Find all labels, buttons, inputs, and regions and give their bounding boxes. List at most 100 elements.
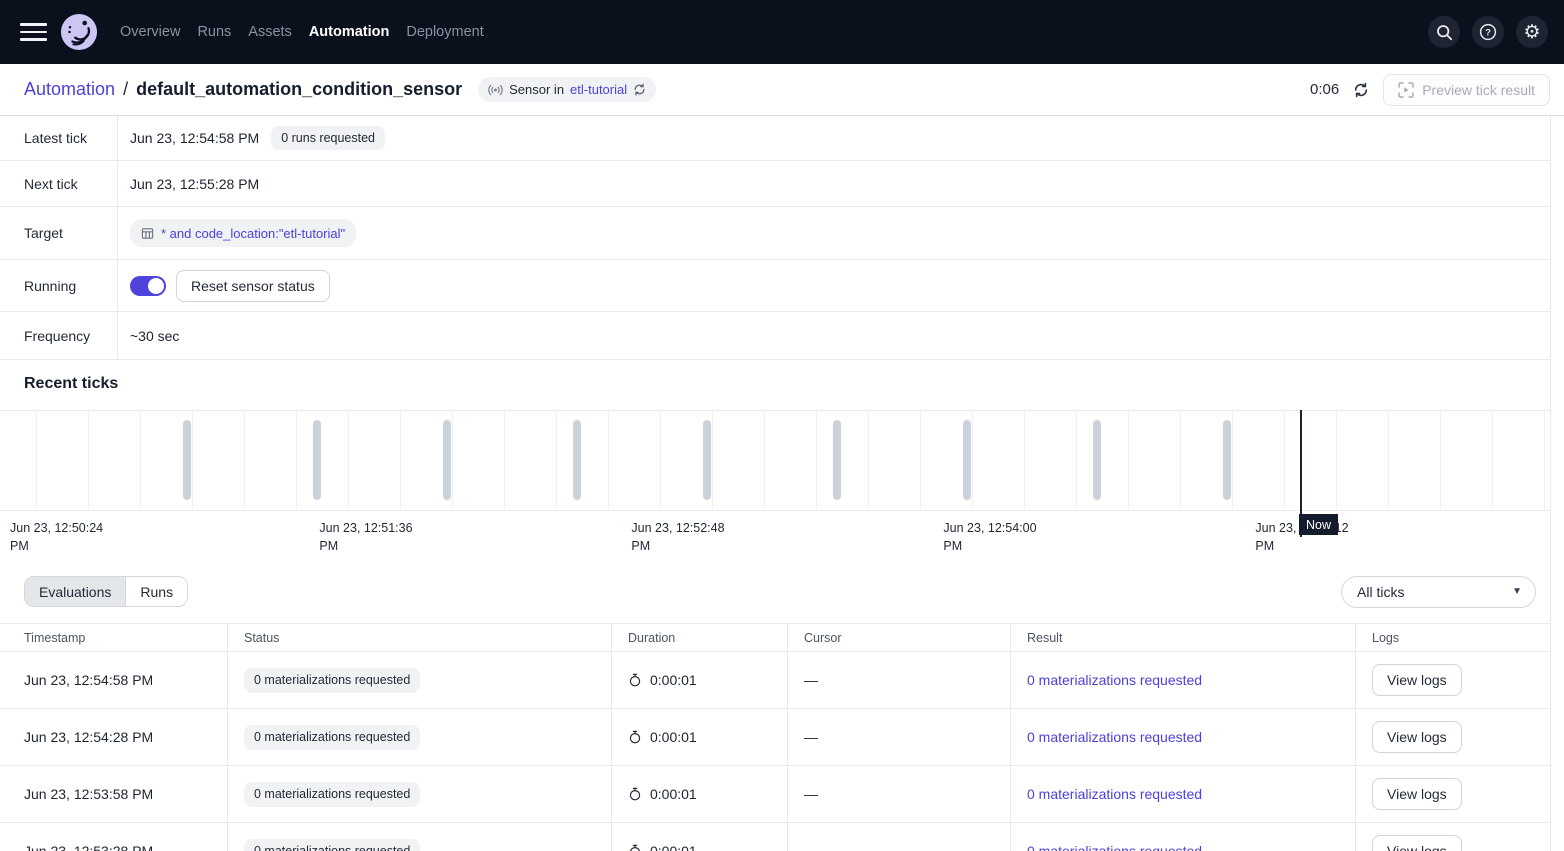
preview-tick-result-button[interactable]: Preview tick result bbox=[1383, 74, 1550, 106]
timeline-gridline bbox=[712, 411, 713, 510]
running-toggle[interactable] bbox=[130, 276, 166, 296]
tick-bar[interactable] bbox=[1223, 420, 1231, 500]
dagster-logo-icon bbox=[60, 13, 98, 51]
tab-evaluations[interactable]: Evaluations bbox=[25, 577, 125, 606]
evaluations-table: Timestamp Status Duration Cursor Result … bbox=[0, 623, 1550, 851]
breadcrumb-automation-link[interactable]: Automation bbox=[24, 79, 115, 100]
nav-actions: ? ⚙ bbox=[1428, 16, 1548, 48]
result-link[interactable]: 0 materializations requested bbox=[1027, 843, 1202, 851]
col-header-duration: Duration bbox=[611, 624, 787, 651]
nav-item-runs[interactable]: Runs bbox=[197, 24, 231, 40]
tick-bar[interactable] bbox=[313, 420, 321, 500]
timestamp-cell: Jun 23, 12:54:28 PM bbox=[0, 709, 227, 765]
timeline-gridline bbox=[972, 411, 973, 510]
table-header-row: Timestamp Status Duration Cursor Result … bbox=[0, 624, 1550, 652]
timeline-gridline bbox=[140, 411, 141, 510]
status-badge: 0 materializations requested bbox=[244, 839, 420, 851]
timeline-gridline bbox=[764, 411, 765, 510]
timeline-gridline bbox=[920, 411, 921, 510]
runs-requested-badge: 0 runs requested bbox=[271, 126, 385, 150]
timeline-gridline bbox=[1336, 411, 1337, 510]
asset-selection-link[interactable]: * and code_location:"etl-tutorial" bbox=[130, 219, 356, 247]
cursor-value: — bbox=[804, 672, 818, 688]
timeline-gridline bbox=[1492, 411, 1493, 510]
table-row: Jun 23, 12:53:58 PM 0 materializations r… bbox=[0, 766, 1550, 823]
view-segmented-control: Evaluations Runs bbox=[24, 576, 188, 607]
timeline-axis-label: Jun 23, 12:52:48PM bbox=[631, 519, 724, 555]
tick-filter-dropdown[interactable]: All ticks ▼ bbox=[1341, 576, 1536, 608]
settings-button[interactable]: ⚙ bbox=[1516, 16, 1548, 48]
help-icon: ? bbox=[1479, 23, 1497, 41]
stopwatch-icon bbox=[628, 844, 642, 851]
detail-row-latest-tick: Latest tick Jun 23, 12:54:58 PM 0 runs r… bbox=[0, 116, 1550, 161]
detail-label: Next tick bbox=[0, 161, 118, 206]
timeline-gridline bbox=[1388, 411, 1389, 510]
search-button[interactable] bbox=[1428, 16, 1460, 48]
reset-sensor-status-button[interactable]: Reset sensor status bbox=[176, 270, 330, 302]
nav-item-automation[interactable]: Automation bbox=[309, 24, 390, 40]
col-header-timestamp: Timestamp bbox=[0, 624, 227, 651]
tick-bar[interactable] bbox=[833, 420, 841, 500]
hamburger-menu-icon[interactable] bbox=[20, 16, 52, 48]
timeline-gridline bbox=[348, 411, 349, 510]
tick-bar[interactable] bbox=[963, 420, 971, 500]
recent-ticks-title: Recent ticks bbox=[0, 360, 1550, 410]
nav-item-assets[interactable]: Assets bbox=[248, 24, 292, 40]
table-row: Jun 23, 12:54:58 PM 0 materializations r… bbox=[0, 652, 1550, 709]
detail-row-running: Running Reset sensor status bbox=[0, 260, 1550, 312]
stopwatch-icon bbox=[628, 673, 642, 687]
now-badge: Now bbox=[1299, 514, 1338, 535]
refresh-icon[interactable] bbox=[633, 83, 646, 96]
result-link[interactable]: 0 materializations requested bbox=[1027, 729, 1202, 745]
latest-tick-value: Jun 23, 12:54:58 PM bbox=[130, 130, 259, 146]
nav-item-deployment[interactable]: Deployment bbox=[406, 24, 483, 40]
timeline-gridline bbox=[660, 411, 661, 510]
view-logs-button[interactable]: View logs bbox=[1372, 835, 1462, 851]
duration-value: 0:00:01 bbox=[650, 672, 697, 688]
svg-text:?: ? bbox=[1485, 28, 1491, 39]
timeline-axis-label: Jun 23, 12:54:00PM bbox=[943, 519, 1036, 555]
timeline-gridline bbox=[1024, 411, 1025, 510]
sensor-badge-prefix: Sensor in bbox=[509, 82, 564, 97]
table-row: Jun 23, 12:53:28 PM 0 materializations r… bbox=[0, 823, 1550, 851]
next-tick-value: Jun 23, 12:55:28 PM bbox=[130, 176, 259, 192]
view-logs-button[interactable]: View logs bbox=[1372, 664, 1462, 696]
tick-bar[interactable] bbox=[573, 420, 581, 500]
detail-label: Running bbox=[0, 260, 118, 311]
dagster-logo[interactable] bbox=[60, 13, 98, 51]
timeline-gridline bbox=[1128, 411, 1129, 510]
evaluations-toolbar: Evaluations Runs All ticks ▼ bbox=[0, 560, 1550, 623]
timeline-gridline bbox=[816, 411, 817, 510]
timeline-gridline bbox=[868, 411, 869, 510]
chevron-down-icon: ▼ bbox=[1512, 586, 1522, 597]
tick-filter-value: All ticks bbox=[1357, 584, 1404, 600]
stopwatch-icon bbox=[628, 730, 642, 744]
result-link[interactable]: 0 materializations requested bbox=[1027, 786, 1202, 802]
timestamp-cell: Jun 23, 12:54:58 PM bbox=[0, 652, 227, 708]
tick-bar[interactable] bbox=[703, 420, 711, 500]
tick-timeline: Jun 23, 12:50:24PMJun 23, 12:51:36PMJun … bbox=[0, 410, 1550, 560]
tick-bar[interactable] bbox=[1093, 420, 1101, 500]
code-location-link[interactable]: etl-tutorial bbox=[570, 82, 627, 97]
detail-label: Target bbox=[0, 207, 118, 259]
timeline-gridline bbox=[1076, 411, 1077, 510]
help-button[interactable]: ? bbox=[1472, 16, 1504, 48]
timeline-gridline bbox=[244, 411, 245, 510]
toggle-knob bbox=[148, 278, 164, 294]
tick-bar[interactable] bbox=[183, 420, 191, 500]
breadcrumb-separator: / bbox=[123, 79, 128, 100]
timeline-gridline bbox=[88, 411, 89, 510]
result-link[interactable]: 0 materializations requested bbox=[1027, 672, 1202, 688]
header-actions: 0:06 Preview tick result bbox=[1310, 74, 1550, 106]
timeline-gridline bbox=[556, 411, 557, 510]
tab-runs[interactable]: Runs bbox=[125, 577, 187, 606]
nav-item-overview[interactable]: Overview bbox=[120, 24, 180, 40]
view-logs-button[interactable]: View logs bbox=[1372, 721, 1462, 753]
view-logs-button[interactable]: View logs bbox=[1372, 778, 1462, 810]
frequency-value: ~30 sec bbox=[130, 328, 179, 344]
refresh-button[interactable] bbox=[1353, 82, 1369, 98]
col-header-logs: Logs bbox=[1355, 624, 1550, 651]
timeline-gridline bbox=[608, 411, 609, 510]
tick-bar[interactable] bbox=[443, 420, 451, 500]
timeline-gridline bbox=[1232, 411, 1233, 510]
